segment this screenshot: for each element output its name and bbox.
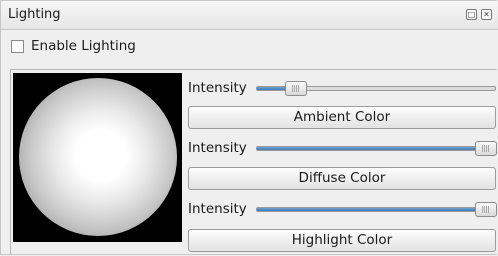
diffuse-intensity-fill — [257, 147, 486, 150]
lighting-preview — [13, 73, 182, 242]
highlight-intensity-handle[interactable] — [475, 202, 497, 217]
diffuse-intensity-handle[interactable] — [475, 141, 497, 156]
close-icon[interactable]: ✕ — [481, 9, 492, 20]
highlight-color-button[interactable]: Highlight Color — [188, 229, 496, 252]
highlight-intensity-label: Intensity — [188, 201, 247, 217]
enable-lighting-checkbox[interactable] — [11, 40, 24, 53]
ambient-color-button[interactable]: Ambient Color — [188, 106, 496, 129]
enable-lighting-label[interactable]: Enable Lighting — [31, 38, 136, 54]
ambient-intensity-slider[interactable] — [256, 81, 496, 96]
highlight-intensity-slider[interactable] — [256, 202, 497, 217]
ambient-intensity-handle[interactable] — [285, 81, 307, 96]
highlight-intensity-fill — [257, 208, 486, 211]
preview-sphere — [19, 78, 177, 236]
diffuse-color-button[interactable]: Diffuse Color — [188, 167, 496, 190]
diffuse-intensity-label: Intensity — [188, 140, 247, 156]
ambient-intensity-label: Intensity — [188, 80, 247, 96]
panel-title: Lighting — [8, 7, 61, 22]
panel-titlebar[interactable]: Lighting □ ✕ — [1, 1, 498, 30]
restore-window-icon[interactable]: □ — [466, 9, 477, 20]
diffuse-intensity-slider[interactable] — [256, 141, 497, 156]
